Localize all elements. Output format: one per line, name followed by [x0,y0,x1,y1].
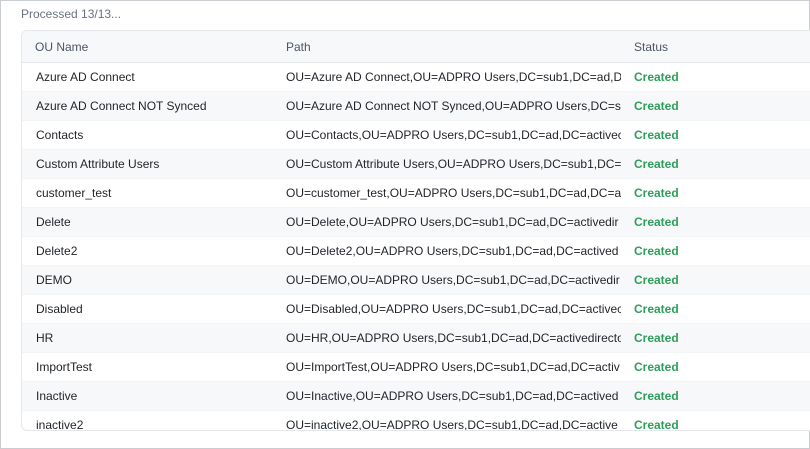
ou-name-cell: Inactive [36,389,78,403]
table-row[interactable]: customer_test OU=customer_test,OU=ADPRO … [22,179,810,208]
status-cell: Created [634,273,679,287]
status-cell: Created [634,128,679,142]
status-cell: Created [634,389,679,403]
dialog-frame: Processed 13/13... OU Name Path Status A… [0,0,810,449]
path-cell: OU=Delete,OU=ADPRO Users,DC=sub1,DC=ad,D… [286,215,619,229]
path-cell: OU=Inactive,OU=ADPRO Users,DC=sub1,DC=ad… [286,389,619,403]
status-cell: Created [634,418,679,431]
path-cell: OU=DEMO,OU=ADPRO Users,DC=sub1,DC=ad,DC=… [286,273,620,287]
ou-name-cell: Disabled [36,302,83,316]
path-cell: OU=ImportTest,OU=ADPRO Users,DC=sub1,DC=… [286,360,620,374]
table-row[interactable]: Contacts OU=Contacts,OU=ADPRO Users,DC=s… [22,121,810,150]
path-cell: OU=Contacts,OU=ADPRO Users,DC=sub1,DC=ad… [286,128,621,142]
ou-name-cell: Delete2 [36,244,78,258]
ou-name-cell: ImportTest [36,360,93,374]
path-cell: OU=Delete2,OU=ADPRO Users,DC=sub1,DC=ad,… [286,244,619,258]
ou-table: OU Name Path Status Azure AD Connect OU=… [21,30,810,431]
table-row[interactable]: Custom Attribute Users OU=Custom Attribu… [22,150,810,179]
table-row[interactable]: inactive2 OU=inactive2,OU=ADPRO Users,DC… [22,411,810,431]
path-cell: OU=Azure AD Connect,OU=ADPRO Users,DC=su… [286,70,621,84]
ou-name-cell: HR [36,331,54,345]
column-header-ou-name[interactable]: OU Name [22,40,272,54]
ou-name-cell: Contacts [36,128,84,142]
status-cell: Created [634,70,679,84]
ou-name-cell: Azure AD Connect [36,70,135,84]
table-row[interactable]: Delete2 OU=Delete2,OU=ADPRO Users,DC=sub… [22,237,810,266]
path-cell: OU=Disabled,OU=ADPRO Users,DC=sub1,DC=ad… [286,302,621,316]
path-cell: OU=HR,OU=ADPRO Users,DC=sub1,DC=ad,DC=ac… [286,331,621,345]
column-header-path[interactable]: Path [272,40,621,54]
path-cell: OU=Custom Attribute Users,OU=ADPRO Users… [286,157,621,171]
table-row[interactable]: Delete OU=Delete,OU=ADPRO Users,DC=sub1,… [22,208,810,237]
ou-name-cell: Azure AD Connect NOT Synced [36,99,207,113]
status-cell: Created [634,331,679,345]
table-row[interactable]: DEMO OU=DEMO,OU=ADPRO Users,DC=sub1,DC=a… [22,266,810,295]
path-cell: OU=Azure AD Connect NOT Synced,OU=ADPRO … [286,99,621,113]
status-cell: Created [634,157,679,171]
status-cell: Created [634,360,679,374]
table-row[interactable]: Azure AD Connect OU=Azure AD Connect,OU=… [22,63,810,92]
status-cell: Created [634,215,679,229]
table-body[interactable]: Azure AD Connect OU=Azure AD Connect,OU=… [22,63,810,431]
status-cell: Created [634,186,679,200]
status-cell: Created [634,244,679,258]
table-row[interactable]: HR OU=HR,OU=ADPRO Users,DC=sub1,DC=ad,DC… [22,324,810,353]
ou-name-cell: DEMO [36,273,72,287]
status-cell: Created [634,99,679,113]
table-header: OU Name Path Status [22,31,810,63]
column-header-status[interactable]: Status [621,40,810,54]
ou-name-cell: customer_test [36,186,112,200]
table-row[interactable]: Inactive OU=Inactive,OU=ADPRO Users,DC=s… [22,382,810,411]
ou-name-cell: inactive2 [36,418,84,431]
table-row[interactable]: ImportTest OU=ImportTest,OU=ADPRO Users,… [22,353,810,382]
path-cell: OU=customer_test,OU=ADPRO Users,DC=sub1,… [286,186,621,200]
status-cell: Created [634,302,679,316]
progress-label: Processed 13/13... [21,7,122,21]
ou-name-cell: Custom Attribute Users [36,157,160,171]
ou-name-cell: Delete [36,215,71,229]
table-row[interactable]: Azure AD Connect NOT Synced OU=Azure AD … [22,92,810,121]
table-row[interactable]: Disabled OU=Disabled,OU=ADPRO Users,DC=s… [22,295,810,324]
path-cell: OU=inactive2,OU=ADPRO Users,DC=sub1,DC=a… [286,418,618,431]
